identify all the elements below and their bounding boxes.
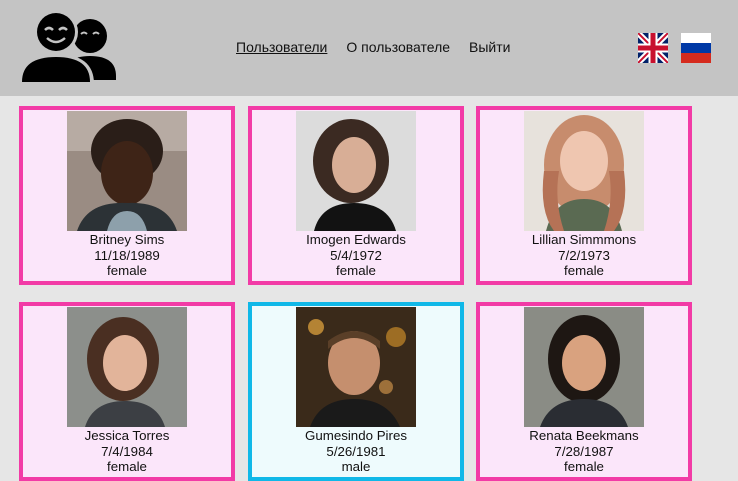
nav-about-user-link[interactable]: О пользователе — [346, 39, 450, 55]
user-birthdate: 11/18/1989 — [94, 247, 160, 263]
user-name: Imogen Edwards — [306, 232, 406, 247]
nav-users-link[interactable]: Пользователи — [236, 39, 327, 55]
user-info: Renata Beekmans 7/28/1987 female — [480, 428, 688, 475]
user-photo — [296, 307, 416, 427]
user-info: Imogen Edwards 5/4/1972 female — [252, 232, 460, 279]
user-card[interactable]: Lillian Simmmons 7/2/1973 female — [476, 106, 692, 285]
users-grid: Britney Sims 11/18/1989 female Imogen Ed… — [19, 106, 709, 481]
user-birthdate: 7/2/1973 — [558, 247, 610, 263]
user-gender: female — [564, 459, 604, 475]
user-photo — [524, 307, 644, 427]
user-gender: female — [107, 263, 147, 279]
user-card[interactable]: Imogen Edwards 5/4/1972 female — [248, 106, 464, 285]
user-info: Britney Sims 11/18/1989 female — [23, 232, 231, 279]
user-name: Gumesindo Pires — [305, 428, 407, 443]
user-birthdate: 7/4/1984 — [101, 443, 153, 459]
user-birthdate: 7/28/1987 — [554, 443, 614, 459]
user-gender: female — [107, 459, 147, 475]
user-card[interactable]: Renata Beekmans 7/28/1987 female — [476, 302, 692, 481]
user-photo — [296, 111, 416, 231]
user-photo — [67, 307, 187, 427]
user-photo — [67, 111, 187, 231]
app-header: Пользователи О пользователе Выйти — [0, 0, 738, 96]
user-info: Jessica Torres 7/4/1984 female — [23, 428, 231, 475]
main-nav: Пользователи О пользователе Выйти — [236, 39, 510, 55]
user-gender: male — [341, 459, 371, 475]
user-gender: female — [336, 263, 376, 279]
user-gender: female — [564, 263, 604, 279]
user-photo — [524, 111, 644, 231]
user-name: Britney Sims — [89, 232, 165, 247]
nav-logout-link[interactable]: Выйти — [469, 39, 510, 55]
user-name: Lillian Simmmons — [531, 232, 637, 247]
user-name: Renata Beekmans — [529, 428, 639, 443]
user-card[interactable]: Gumesindo Pires 5/26/1981 male — [248, 302, 464, 481]
user-info: Gumesindo Pires 5/26/1981 male — [252, 428, 460, 475]
user-birthdate: 5/4/1972 — [330, 247, 382, 263]
uk-flag-icon[interactable] — [635, 30, 671, 66]
user-card[interactable]: Britney Sims 11/18/1989 female — [19, 106, 235, 285]
ru-flag-icon[interactable] — [681, 33, 711, 63]
user-info: Lillian Simmmons 7/2/1973 female — [480, 232, 688, 279]
user-name: Jessica Torres — [84, 428, 170, 443]
users-group-icon[interactable] — [18, 10, 118, 86]
user-card[interactable]: Jessica Torres 7/4/1984 female — [19, 302, 235, 481]
user-birthdate: 5/26/1981 — [326, 443, 386, 459]
